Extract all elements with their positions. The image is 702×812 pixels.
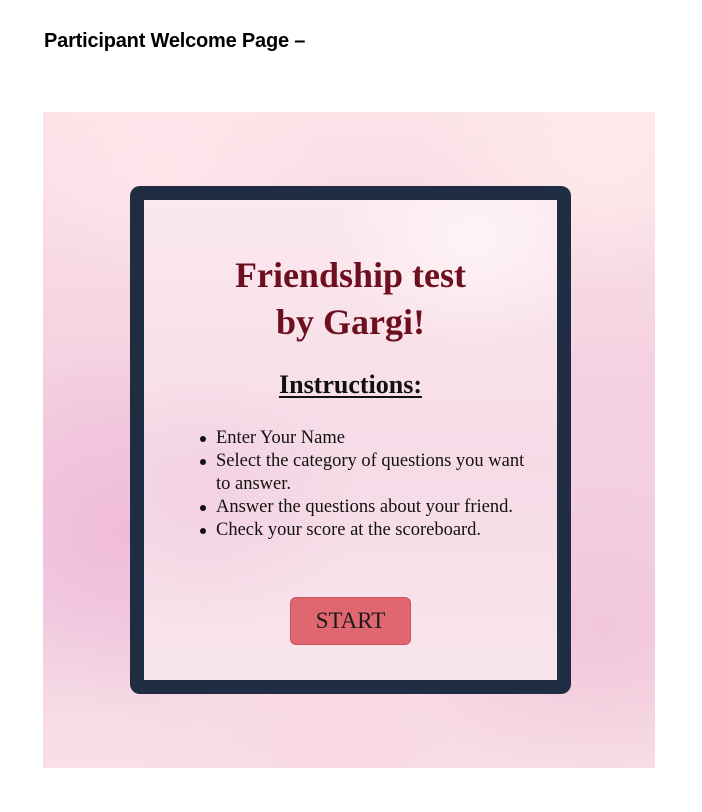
instructions-heading: Instructions:: [278, 370, 422, 399]
instructions-list: Enter Your Name Select the category of q…: [199, 427, 539, 542]
welcome-card: Friendship test by Gargi! Instructions: …: [144, 200, 557, 680]
quiz-title-line-1: Friendship test: [234, 255, 466, 295]
start-button[interactable]: START: [290, 597, 411, 645]
quiz-title: Friendship test by Gargi!: [144, 252, 557, 346]
document-heading: Participant Welcome Page –: [44, 30, 306, 52]
quiz-title-line-2: by Gargi!: [276, 302, 425, 342]
instruction-item: Answer the questions about your friend.: [199, 496, 539, 519]
instruction-item: Enter Your Name: [199, 427, 539, 450]
welcome-card-frame: Friendship test by Gargi! Instructions: …: [130, 186, 571, 694]
welcome-page-screenshot: Friendship test by Gargi! Instructions: …: [43, 112, 655, 768]
instruction-item: Select the category of questions you wan…: [199, 450, 539, 496]
instruction-item: Check your score at the scoreboard.: [199, 519, 539, 542]
